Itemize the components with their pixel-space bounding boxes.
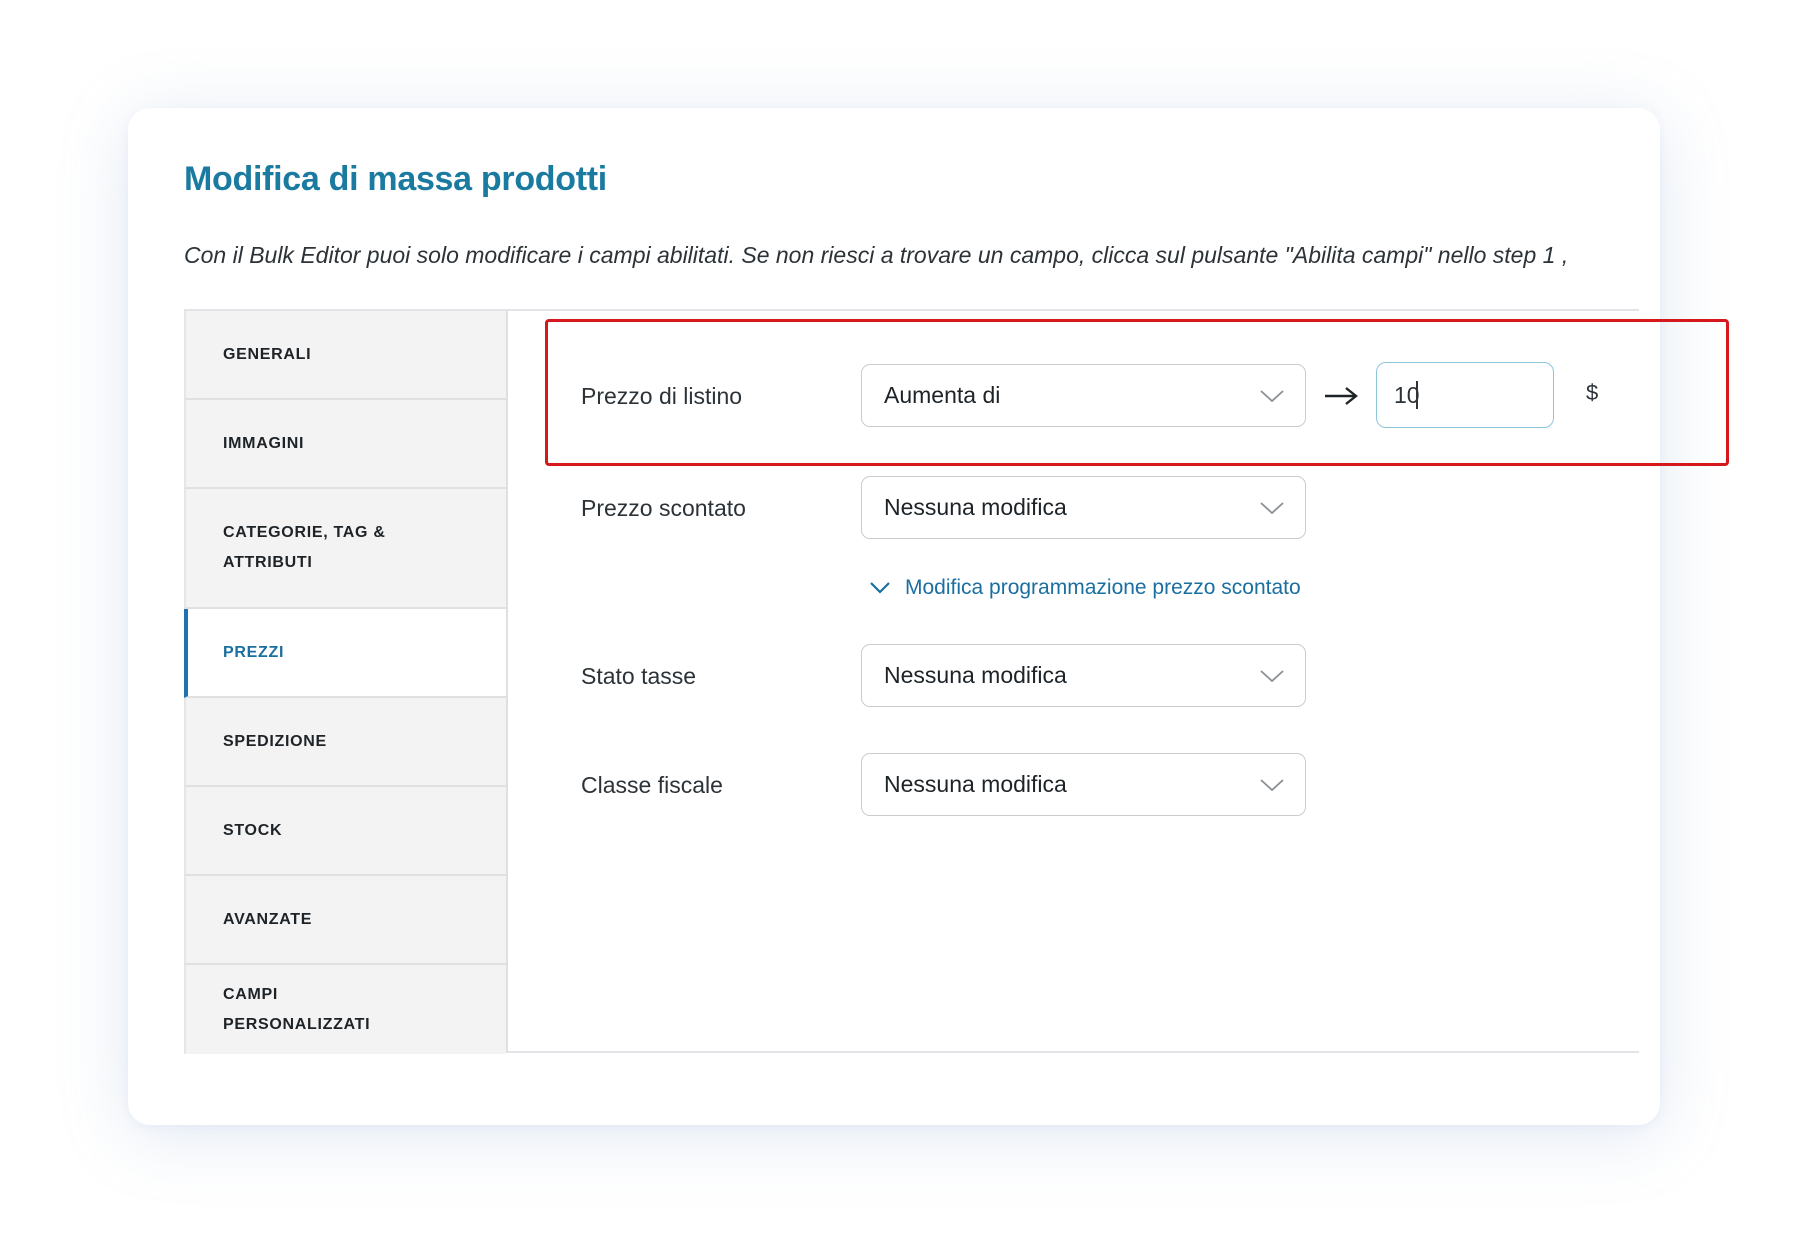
- tab-categorie-tag-attributi[interactable]: CATEGORIE, TAG & ATTRIBUTI: [184, 489, 506, 609]
- tab-label: IMMAGINI: [223, 434, 305, 452]
- editor-panel: GENERALI IMMAGINI CATEGORIE, TAG & ATTRI…: [184, 309, 1639, 1054]
- tab-label: CAMPI PERSONALIZZATI: [223, 985, 371, 1033]
- text-caret: [1416, 381, 1418, 409]
- bulk-editor-card: Modifica di massa prodotti Con il Bulk E…: [128, 108, 1660, 1125]
- chevron-down-icon: [1260, 501, 1284, 514]
- currency-symbol: $: [1586, 380, 1599, 405]
- chevron-down-icon: [1260, 669, 1284, 682]
- tab-avanzate[interactable]: AVANZATE: [184, 876, 506, 965]
- tab-label: AVANZATE: [223, 910, 313, 928]
- list-price-action-select[interactable]: Aumenta di: [861, 364, 1306, 427]
- prices-content: Prezzo di listino Aumenta di $ Prezzo sc…: [510, 311, 1639, 1051]
- tab-immagini[interactable]: IMMAGINI: [184, 400, 506, 489]
- tab-spedizione[interactable]: SPEDIZIONE: [184, 698, 506, 787]
- tax-class-value: Nessuna modifica: [884, 771, 1067, 797]
- tab-label: STOCK: [223, 821, 283, 839]
- list-price-label: Prezzo di listino: [581, 383, 743, 409]
- sale-price-schedule-link[interactable]: Modifica programmazione prezzo scontato: [869, 576, 1301, 600]
- tax-status-select[interactable]: Nessuna modifica: [861, 644, 1306, 707]
- tab-generali[interactable]: GENERALI: [184, 311, 506, 400]
- tax-class-select[interactable]: Nessuna modifica: [861, 753, 1306, 816]
- tab-label: PREZZI: [223, 643, 285, 661]
- tab-prezzi[interactable]: PREZZI: [184, 609, 506, 698]
- tab-stock[interactable]: STOCK: [184, 787, 506, 876]
- sidebar: GENERALI IMMAGINI CATEGORIE, TAG & ATTRI…: [184, 311, 508, 1054]
- page-subtitle: Con il Bulk Editor puoi solo modificare …: [184, 242, 1569, 268]
- tax-status-value: Nessuna modifica: [884, 662, 1067, 688]
- chevron-down-icon: [1260, 778, 1284, 791]
- chevron-down-icon: [870, 582, 890, 594]
- tax-status-label: Stato tasse: [581, 663, 697, 689]
- page-title: Modifica di massa prodotti: [184, 160, 607, 198]
- tab-label: SPEDIZIONE: [223, 732, 327, 750]
- arrow-right-icon: [1325, 387, 1358, 405]
- sale-price-label: Prezzo scontato: [581, 495, 746, 521]
- sale-price-schedule-link-text: Modifica programmazione prezzo scontato: [905, 576, 1301, 599]
- tab-label: GENERALI: [223, 345, 312, 363]
- tab-label: CATEGORIE, TAG & ATTRIBUTI: [223, 524, 386, 571]
- sale-price-action-select[interactable]: Nessuna modifica: [861, 476, 1306, 539]
- list-price-amount-input[interactable]: [1376, 362, 1554, 428]
- list-price-action-value: Aumenta di: [884, 382, 1001, 408]
- tax-class-label: Classe fiscale: [581, 772, 723, 798]
- chevron-down-icon: [1260, 389, 1284, 402]
- tab-campi-personalizzati[interactable]: CAMPI PERSONALIZZATI: [184, 965, 506, 1054]
- sale-price-action-value: Nessuna modifica: [884, 494, 1067, 520]
